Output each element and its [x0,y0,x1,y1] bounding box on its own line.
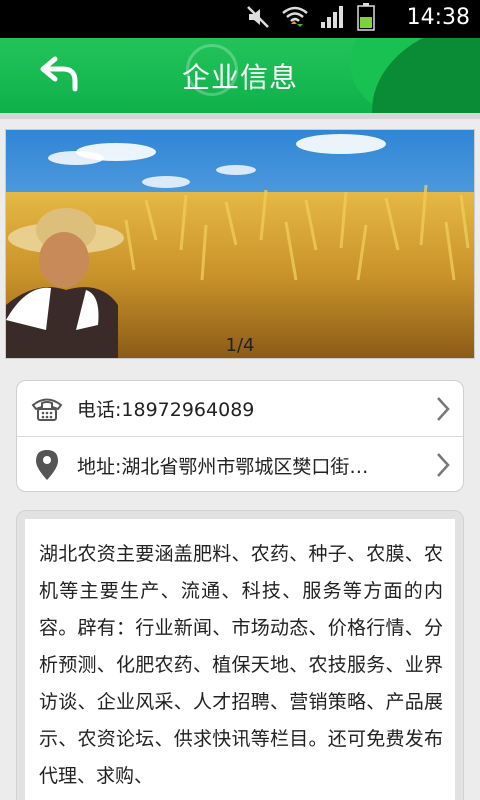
company-description: 湖北农资主要涵盖肥料、农药、种子、农膜、农机等主要生产、流通、科技、服务等方面的… [25,519,455,800]
phone-row[interactable]: 电话:18972964089 [17,381,463,437]
phone-icon [17,381,77,437]
page-title: 企业信息 [181,61,298,94]
banner-page-indicator: 1/4 [225,335,255,356]
banner-image [6,130,474,358]
chevron-right-icon [423,452,463,478]
address-row[interactable]: 地址:湖北省鄂州市鄂城区樊口街… [17,437,463,493]
status-bar: 14:38 [0,0,480,38]
chevron-right-icon [423,396,463,422]
wifi-icon [281,4,309,34]
banner-carousel[interactable]: 1/4 [5,129,475,359]
signal-icon [319,4,347,34]
status-time: 14:38 [406,5,470,30]
mute-icon [245,4,271,34]
contact-card: 电话:18972964089 地址:湖北省鄂州市鄂城区樊口街… [16,380,464,492]
app-header: 企业信息 [0,38,480,113]
address-text: 地址:湖北省鄂州市鄂城区樊口街… [77,455,369,478]
company-description-card: 湖北农资主要涵盖肥料、农药、种子、农膜、农机等主要生产、流通、科技、服务等方面的… [16,510,464,800]
location-pin-icon [17,437,77,493]
battery-icon [357,3,375,35]
status-icons [245,3,375,35]
phone-text: 电话:18972964089 [77,399,255,421]
